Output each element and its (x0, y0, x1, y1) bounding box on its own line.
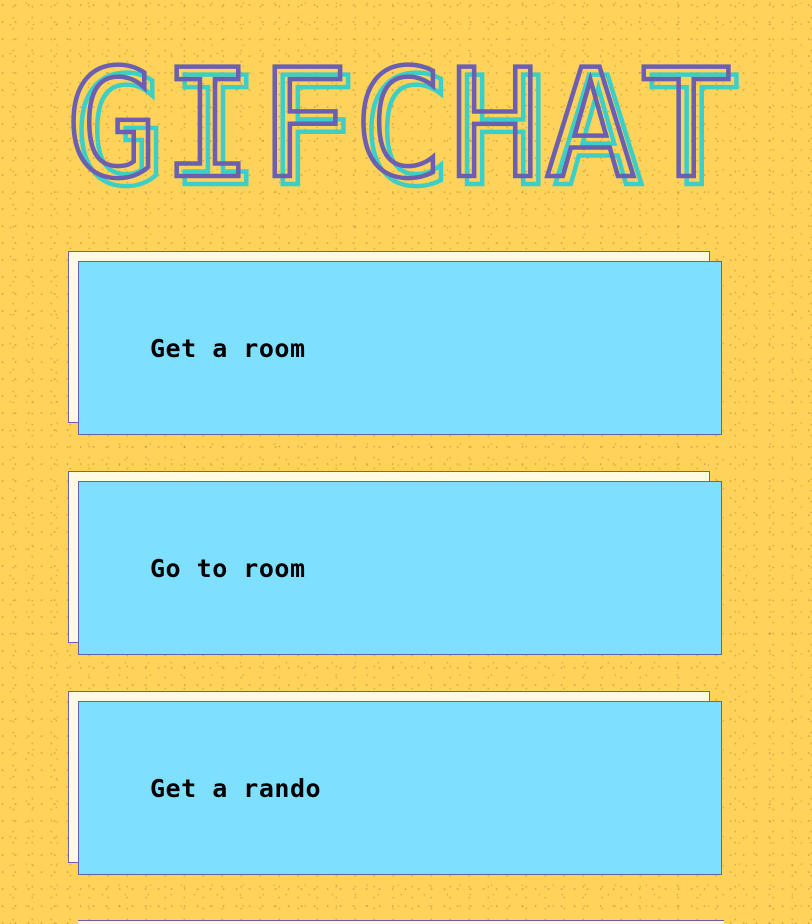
get-a-room-button[interactable]: Get a room (68, 251, 722, 435)
next-card-edge (78, 920, 724, 924)
card-front-layer[interactable]: Get a rando (78, 701, 722, 875)
card-front-layer[interactable]: Get a room (78, 261, 722, 435)
logo-graphic: GIFCHAT GIFCHAT (64, 36, 743, 223)
card-front-layer[interactable]: Go to room (78, 481, 722, 655)
get-a-rando-label: Get a rando (150, 773, 322, 803)
get-a-rando-button[interactable]: Get a rando (68, 691, 722, 875)
get-a-room-label: Get a room (150, 333, 306, 363)
gifchat-logo: GIFCHAT GIFCHAT (64, 36, 754, 223)
logo-title: GIFCHAT (66, 38, 736, 212)
go-to-room-button[interactable]: Go to room (68, 471, 722, 655)
go-to-room-label: Go to room (150, 553, 306, 583)
main-menu: Get a room Go to room Get a rando (68, 251, 724, 911)
